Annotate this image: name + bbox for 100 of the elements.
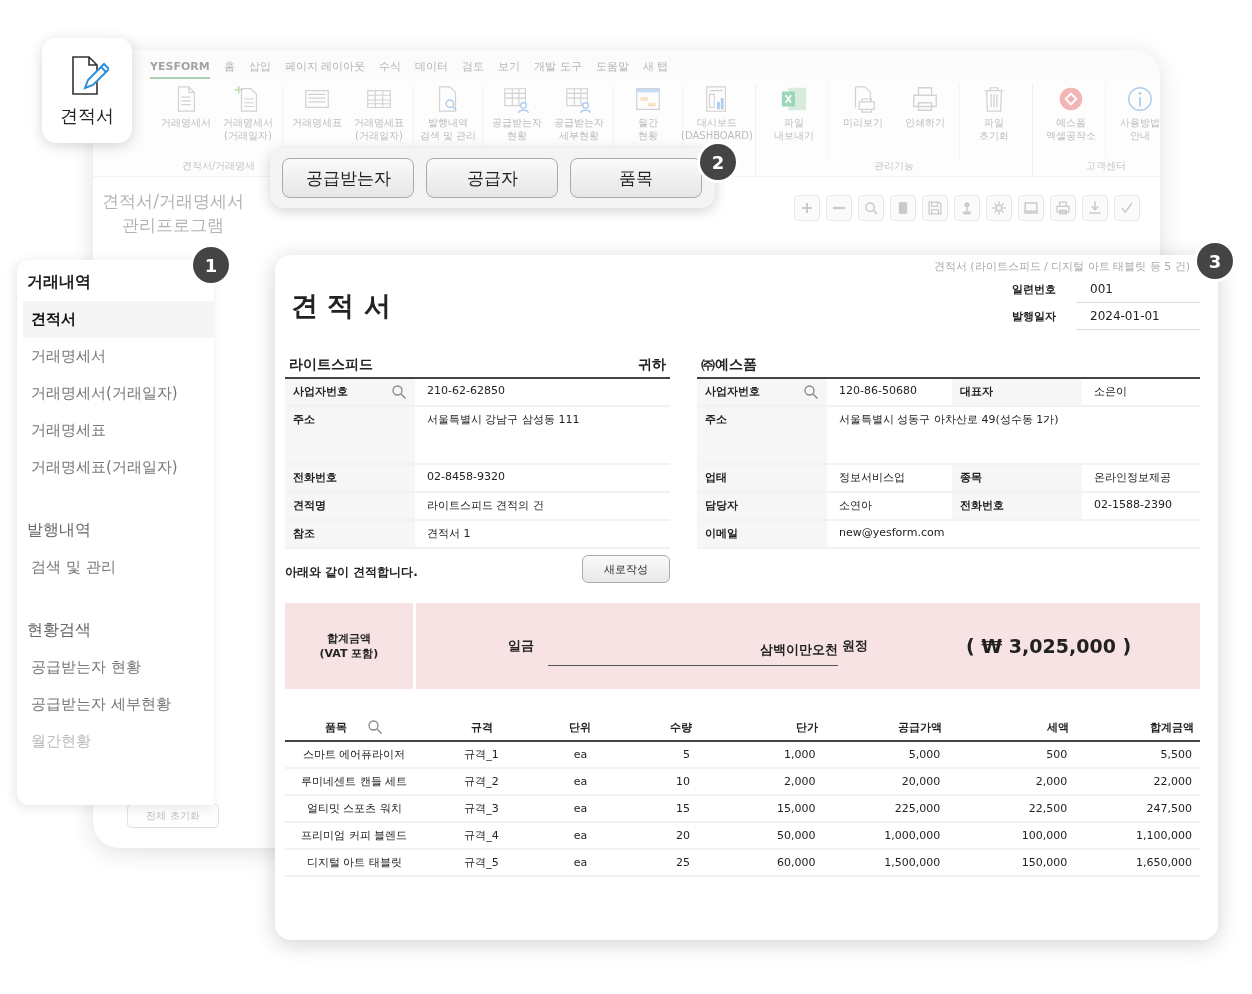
save-button[interactable] [922, 195, 948, 221]
ribbon-tab[interactable]: 보기 [498, 56, 521, 80]
popup-button[interactable]: 공급자 [426, 158, 558, 198]
sidebar-item[interactable]: 거래명세서(거래일자) [23, 375, 214, 412]
sidebar-heading: 거래내역 [26, 271, 92, 293]
sidebar-item[interactable]: 거래명세서 [23, 338, 214, 375]
document-button[interactable] [890, 195, 916, 221]
table-cell: 프리미엄 커피 블렌드 [285, 822, 424, 849]
ribbon-button[interactable]: 예스폼 엑셀공작소 [1041, 84, 1101, 159]
ribbon-button[interactable]: 공급받는자 현황 [487, 84, 547, 159]
column-header: 단위 [569, 720, 592, 734]
print-button[interactable] [1050, 195, 1076, 221]
amount-prefix: 일금 [508, 637, 534, 655]
remove-button[interactable] [826, 195, 852, 221]
ribbon-button[interactable]: 거래명세서 (거래일자) [218, 84, 278, 159]
ribbon-button[interactable]: 미리보기 [833, 84, 893, 159]
ribbon-button[interactable]: 파일 초기화 [964, 84, 1024, 159]
step-badge: 2 [700, 144, 736, 180]
search-button[interactable] [858, 195, 884, 221]
total-amount: ( ₩ 3,025,000 ) [966, 635, 1132, 657]
search-icon[interactable] [803, 384, 819, 400]
sidebar-item[interactable]: 거래명세표(거래일자) [23, 449, 214, 486]
column-header: 규격 [470, 720, 493, 734]
field-value: 소연아 [838, 498, 873, 514]
table-cell: 1,100,000 [1075, 822, 1200, 849]
ribbon-tab[interactable]: 페이지 레이아웃 [284, 56, 366, 80]
field-label: 이메일 [697, 521, 827, 547]
ribbon-tab[interactable]: 새 탭 [642, 56, 669, 80]
popup-button[interactable]: 공급받는자 [282, 158, 414, 198]
field-label: 참조 [285, 521, 415, 547]
sidebar-item[interactable]: 견적서 [23, 301, 214, 338]
ribbon-button[interactable]: 월간 현황 [618, 84, 678, 159]
ribbon-button[interactable]: 공급받는자 세부현황 [549, 84, 609, 159]
stamp-button[interactable] [954, 195, 980, 221]
ribbon-button[interactable]: 거래명세표 [287, 84, 347, 159]
table-cell: 15,000 [698, 795, 824, 822]
table-cell: 50,000 [698, 822, 824, 849]
new-button[interactable]: 새로작성 [582, 555, 670, 583]
sidebar-item[interactable]: 거래명세표 [23, 412, 214, 449]
reset-button[interactable]: 전체 초기화 [127, 804, 219, 828]
popup-button[interactable]: 품목 [570, 158, 702, 198]
table-cell: 규격_3 [423, 795, 540, 822]
table-cell: 225,000 [823, 795, 949, 822]
field-label: 사업자번호 [293, 384, 348, 399]
field-value: 02-1588-2390 [1093, 497, 1173, 513]
ribbon-tab[interactable]: 개발 도구 [534, 56, 582, 80]
column-header: 품목 [325, 719, 348, 735]
monitor-button[interactable] [1018, 195, 1044, 221]
table-cell: 스마트 에어퓨라이저 [285, 741, 424, 768]
ribbon-tab[interactable]: 검토 [462, 56, 485, 80]
ribbon-tab[interactable]: 데이터 [415, 56, 449, 80]
sidebar-item[interactable]: 검색 및 관리 [23, 549, 214, 586]
sidebar-item[interactable]: 공급받는자 현황 [23, 649, 214, 686]
settings-button[interactable] [986, 195, 1012, 221]
field-label: 주소 [285, 407, 415, 463]
meta-label: 일련번호 [1012, 282, 1057, 298]
table-cell: 22,000 [1075, 768, 1200, 795]
ribbon-button[interactable]: 거래명세표 (거래일자) [349, 84, 409, 159]
ribbon-tab[interactable]: 도움말 [595, 56, 629, 80]
field-value: 정보서비스업 [838, 470, 906, 486]
table-cell: 1,650,000 [1075, 849, 1200, 876]
meta-label: 발행일자 [1012, 309, 1057, 325]
table-cell: 5,000 [823, 741, 949, 768]
table-cell: ea [539, 795, 621, 822]
ribbon-button[interactable]: 거래명세서 [156, 84, 216, 159]
ribbon-tab[interactable]: 수식 [379, 56, 402, 80]
ribbon-button[interactable]: 사용방법 안내 [1110, 84, 1160, 159]
add-button[interactable] [794, 195, 820, 221]
ribbon-tab[interactable]: 삽입 [248, 56, 271, 80]
confirm-button[interactable] [1114, 195, 1140, 221]
search-icon[interactable] [391, 384, 407, 400]
sidebar-item[interactable]: 공급받는자 세부현황 [23, 686, 214, 723]
ribbon-tab[interactable]: 홈 [223, 56, 235, 80]
table-cell: 100,000 [948, 822, 1076, 849]
minus-icon [832, 206, 846, 210]
meta-value: 001 [1076, 276, 1200, 303]
field-value: 02-8458-9320 [426, 469, 506, 485]
ribbon-button[interactable]: 인쇄하기 [895, 84, 955, 159]
sidebar-item[interactable]: 월간현황 [23, 723, 214, 760]
field-label: 담당자 [697, 493, 827, 519]
table-cell: 2,000 [948, 768, 1076, 795]
recipient-name: 라이트스피드 [289, 356, 373, 374]
meta-value: 2024-01-01 [1076, 303, 1200, 330]
field-label: 견적명 [285, 493, 415, 519]
app-title: 견적서/거래명세서 관리프로그램 [101, 190, 245, 237]
table-cell: 규격_5 [423, 849, 540, 876]
table-cell: 22,500 [948, 795, 1076, 822]
table-cell: 150,000 [948, 849, 1076, 876]
download-button[interactable] [1082, 195, 1108, 221]
field-value: 라이트스피드 견적의 건 [426, 498, 545, 514]
app-icon-card[interactable]: 견적서 [42, 38, 132, 143]
table-cell: ea [539, 849, 621, 876]
column-header: 세액 [1047, 720, 1070, 734]
sidebar-heading: 발행내역 [26, 519, 92, 541]
ribbon-tab[interactable]: YESFORM [150, 57, 210, 79]
ribbon-button[interactable]: 발행내역 검색 및 관리 [418, 84, 478, 159]
field-value: 120-86-50680 [838, 383, 918, 399]
total-label-cell: 합계금액 (VAT 포함) [285, 603, 413, 689]
field-value: 서울특별시 강남구 삼성동 111 [426, 412, 581, 428]
search-icon[interactable] [367, 719, 384, 735]
